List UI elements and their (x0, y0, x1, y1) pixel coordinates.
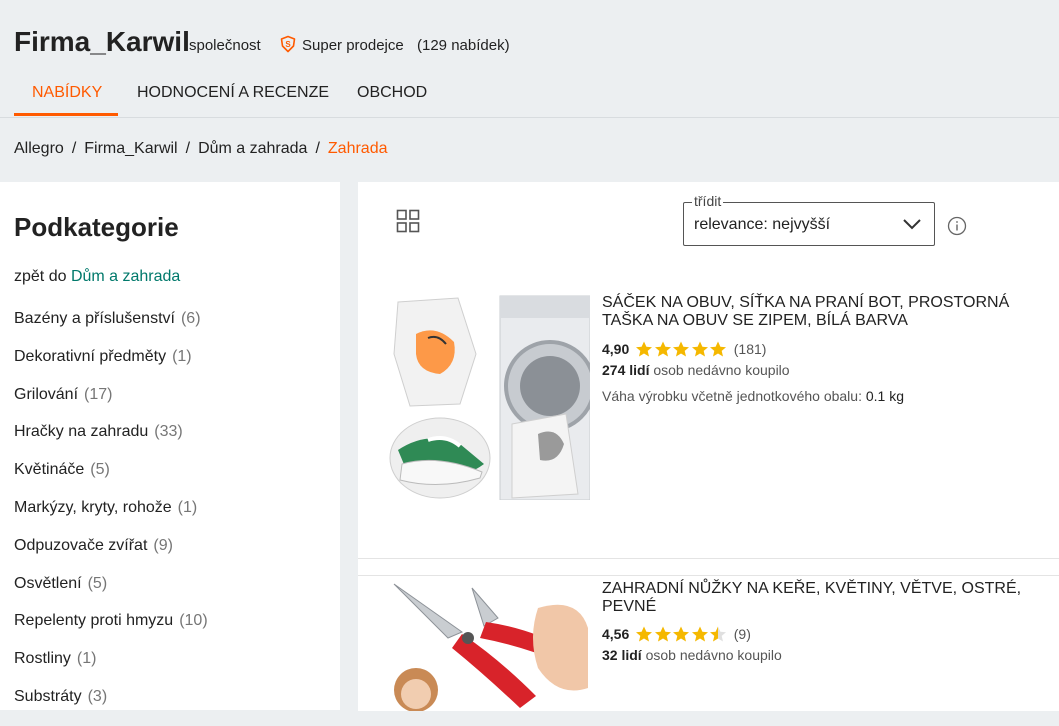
star-half-icon (710, 626, 727, 642)
category-label: Rostliny (14, 650, 71, 668)
star-icon (673, 341, 690, 357)
category-list: Bazény a příslušenství (6) Dekorativní př… (14, 310, 208, 726)
rating-value: 4,56 (602, 626, 630, 642)
active-tab-indicator (14, 113, 118, 116)
category-label: Bazény a příslušenství (14, 310, 175, 327)
category-item[interactable]: Substráty (3) (14, 688, 208, 726)
category-item[interactable]: Dekorativní předměty (1) (14, 348, 208, 386)
svg-text:S: S (285, 40, 291, 49)
category-count: (1) (76, 650, 97, 668)
super-seller-label: Super prodejce (302, 37, 404, 54)
star-icon (654, 626, 671, 642)
buyers-count: 274 lidí (602, 362, 650, 378)
breadcrumb-item-home-garden[interactable]: Dům a zahrada (198, 140, 307, 157)
rating-value: 4,90 (602, 341, 630, 357)
category-label: Markýzy, kryty, rohože (14, 498, 172, 516)
category-item[interactable]: Bazény a příslušenství (6) (14, 310, 208, 348)
category-item[interactable]: Květináče (5) (14, 461, 208, 499)
rating-row: 4,90 (181) (602, 341, 766, 357)
recent-buyers: 274 lidí osob nedávno koupilo (602, 362, 790, 378)
category-count: (17) (84, 385, 113, 403)
category-count: (5) (90, 461, 110, 479)
buyers-count: 32 lidí (602, 647, 642, 663)
star-icon (710, 341, 727, 357)
breadcrumb-item-allegro[interactable]: Allegro (14, 140, 64, 157)
category-count: (1) (172, 347, 192, 365)
review-count: (181) (733, 341, 767, 357)
category-item[interactable]: Markýzy, kryty, rohože (1) (14, 499, 208, 537)
tab-shop[interactable]: OBCHOD (357, 84, 427, 102)
super-seller-shield-icon: S (280, 35, 296, 53)
category-label: Grilování (14, 385, 79, 403)
subcategory-sidebar: Podkategorie zpět do Dům a zahrada Bazén… (0, 182, 340, 710)
star-icon (691, 341, 708, 357)
category-item[interactable]: Grilování (17) (14, 386, 208, 424)
offers-count: (129 nabídek) (417, 37, 510, 54)
seller-type: společnost (189, 37, 261, 54)
category-item[interactable]: Odpuzovače zvířat (9) (14, 537, 208, 575)
product-card: ZAHRADNÍ NŮŽKY NA KEŘE, KVĚTINY, VĚTVE, … (358, 575, 1059, 711)
tab-reviews[interactable]: HODNOCENÍ A RECENZE (137, 84, 329, 102)
category-item[interactable]: Hračky na zahradu (33) (14, 423, 208, 461)
product-weight: Váha výrobku včetně jednotkového obalu: … (602, 388, 904, 404)
category-count: (1) (177, 498, 198, 516)
weight-label: Váha výrobku včetně jednotkového obalu: (602, 388, 862, 404)
product-image-shoe-bag[interactable] (388, 294, 590, 500)
sort-label: třídit (692, 193, 724, 209)
breadcrumb-separator: / (315, 140, 320, 157)
category-count: (9) (153, 536, 173, 554)
back-line: zpět do Dům a zahrada (14, 268, 180, 286)
grid-view-icon[interactable] (396, 209, 420, 233)
product-title[interactable]: SÁČEK NA OBUV, SÍŤKA NA PRANÍ BOT, PROST… (602, 294, 1048, 330)
sidebar-title: Podkategorie (14, 212, 179, 242)
offer-listing: třídit relevance: nejvyšší SÁČEK NA OBUV… (358, 182, 1059, 711)
category-count: (3) (87, 687, 108, 705)
chevron-down-icon (903, 219, 921, 230)
info-icon[interactable] (947, 216, 967, 236)
back-link[interactable]: Dům a zahrada (71, 268, 180, 285)
rating-row: 4,56 (9) (602, 626, 751, 642)
category-item[interactable]: Repelenty proti hmyzu (10) (14, 612, 208, 650)
category-item[interactable]: Osvětlení (5) (14, 575, 208, 613)
recent-buyers: 32 lidí osob nedávno koupilo (602, 647, 782, 663)
star-icon (636, 341, 653, 357)
star-rating (635, 626, 728, 642)
category-count: (6) (180, 310, 201, 327)
category-label: Květináče (14, 461, 85, 479)
weight-value: 0.1 kg (865, 388, 904, 404)
category-count: (33) (154, 423, 183, 441)
star-icon (636, 626, 653, 642)
category-label: Dekorativní předměty (14, 347, 167, 365)
category-label: Hračky na zahradu (14, 423, 149, 441)
category-label: Odpuzovače zvířat (14, 536, 148, 554)
buyers-text: osob nedávno koupilo (645, 647, 782, 663)
sort-value: relevance: nejvyšší (694, 216, 831, 233)
review-count: (9) (733, 626, 751, 642)
breadcrumb: Allegro / Firma_Karwil / Dům a zahrada / Zahra… (14, 140, 388, 158)
buyers-text: osob nedávno koupilo (653, 362, 790, 378)
seller-header: Firma_Karwil společnost S Super prodejce… (0, 0, 1059, 118)
category-item[interactable]: Rostliny (1) (14, 650, 208, 688)
product-card: SÁČEK NA OBUV, SÍŤKA NA PRANÍ BOT, PROST… (358, 290, 1059, 559)
category-label: Repelenty proti hmyzu (14, 612, 174, 630)
seller-name: Firma_Karwil (14, 26, 190, 57)
star-icon (691, 626, 708, 642)
product-title[interactable]: ZAHRADNÍ NŮŽKY NA KEŘE, KVĚTINY, VĚTVE, … (602, 580, 1048, 616)
breadcrumb-item-garden: Zahrada (327, 140, 388, 157)
star-icon (654, 341, 671, 357)
breadcrumb-item-seller[interactable]: Firma_Karwil (84, 140, 177, 157)
category-count: (5) (87, 574, 108, 592)
sort-select[interactable]: třídit relevance: nejvyšší (683, 193, 935, 246)
star-rating (635, 341, 728, 357)
back-prefix: zpět do (14, 268, 67, 285)
category-label: Substráty (14, 687, 82, 705)
category-count: (10) (179, 612, 208, 630)
tab-offers[interactable]: NABÍDKY (32, 84, 102, 102)
product-image-garden-shears[interactable] (388, 578, 590, 711)
breadcrumb-separator: / (185, 140, 191, 157)
breadcrumb-separator: / (71, 140, 77, 157)
category-label: Osvětlení (14, 574, 82, 592)
star-icon (673, 626, 690, 642)
